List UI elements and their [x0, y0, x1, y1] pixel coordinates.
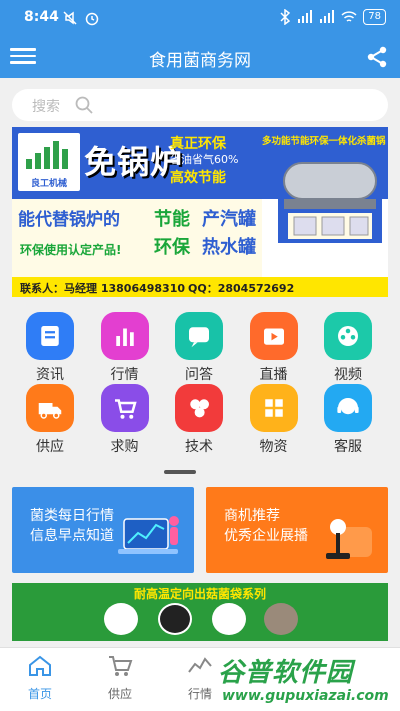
tab-home[interactable]: 首页	[12, 654, 68, 702]
banner-tag3: 高效节能	[170, 170, 226, 186]
product-image-4	[264, 603, 298, 635]
analytics-illustration	[118, 516, 179, 554]
category-purchase-cart[interactable]: 求购	[87, 384, 163, 456]
category-label: 供应	[36, 439, 64, 455]
status-time: 8:44	[24, 9, 59, 25]
category-label: 客服	[334, 439, 362, 455]
trend-icon	[188, 657, 212, 673]
status-bar: 8:44 78	[0, 0, 400, 36]
share-button[interactable]	[364, 44, 390, 70]
tab-supply-label: 供应	[107, 687, 132, 701]
category-label: 问答	[185, 367, 213, 383]
alarm-icon	[85, 12, 99, 26]
promo-right-line1: 商机推荐	[224, 508, 280, 524]
category-label: 求购	[110, 439, 139, 455]
home-icon	[29, 655, 51, 676]
signal-icon-2	[320, 10, 335, 23]
mute-icon	[63, 11, 77, 25]
status-notification-icons	[62, 10, 100, 26]
page-indicator	[164, 470, 196, 474]
category-supply-truck[interactable]: 供应	[12, 384, 88, 456]
category-video[interactable]: 视频	[310, 312, 386, 384]
banner-line1: 能代替锅炉的	[18, 210, 120, 230]
product-image-1	[104, 603, 138, 635]
microphone-illustration	[326, 519, 372, 559]
customer-service-icon	[324, 384, 372, 432]
banner-contact-strip: 联系人：马经理 13806498310 QQ：2804572692	[12, 277, 388, 297]
banner-headline: 免锅炉	[84, 143, 184, 181]
banner-qq: QQ：2804572692	[188, 282, 295, 295]
battery-level: 78	[363, 9, 386, 25]
ad-banner[interactable]: 良工机械 免锅炉 真正环保 省油省气60% 高效节能 多功能节能环保一体化杀菌锅…	[12, 127, 388, 297]
status-right-icons: 78	[279, 9, 386, 25]
category-label: 视频	[334, 367, 362, 383]
tab-home-label: 首页	[27, 687, 52, 701]
app-title: 食用菌商务网	[149, 51, 251, 71]
promo-left-line1: 菌类每日行情	[30, 508, 114, 524]
bluetooth-icon	[280, 9, 291, 25]
video-icon	[324, 312, 372, 360]
product-banner-title: 耐高温定向出菇菌袋系列	[133, 587, 266, 601]
tab-supply[interactable]: 供应	[92, 654, 148, 702]
category-label: 技术	[185, 439, 213, 455]
promo-left-line2: 信息早点知道	[30, 528, 114, 544]
category-qa[interactable]: 问答	[161, 312, 237, 384]
watermark-text: 谷普软件园	[218, 658, 354, 688]
wifi-icon	[341, 11, 357, 22]
category-label: 资讯	[36, 367, 64, 383]
banner-big1: 节能	[154, 209, 190, 230]
company-logo: 良工机械	[18, 133, 80, 191]
product-banner[interactable]: 耐高温定向出菇菌袋系列	[12, 583, 388, 641]
category-label: 物资	[259, 439, 288, 455]
watermark-url: www.gupuxiazai.com	[222, 688, 389, 704]
app-bar: 食用菌商务网	[0, 36, 400, 78]
search-placeholder: 搜索	[32, 99, 60, 115]
cart-icon	[109, 656, 133, 676]
purchase-cart-icon	[100, 384, 149, 432]
news-icon	[26, 312, 74, 360]
signal-icon	[298, 10, 313, 23]
sterilizer-machine-image	[278, 149, 382, 243]
market-chart-icon	[100, 312, 149, 360]
banner-line2: 环保使用认定产品!	[20, 243, 122, 257]
category-market-chart[interactable]: 行情	[87, 312, 163, 384]
machine-title: 多功能节能环保一体化杀菌锅	[262, 136, 386, 147]
qa-icon	[175, 312, 223, 360]
promo-market-card[interactable]: 菌类每日行情 信息早点知道	[12, 487, 194, 573]
category-label: 直播	[259, 367, 288, 383]
search-icon	[75, 96, 93, 114]
promo-right-line2: 优秀企业展播	[224, 528, 308, 544]
banner-big2: 产汽罐	[202, 209, 256, 230]
site-watermark: 谷普软件园 www.gupuxiazai.com	[218, 652, 398, 708]
category-live[interactable]: 直播	[236, 312, 312, 384]
category-materials[interactable]: 物资	[236, 384, 312, 456]
product-image-2	[158, 603, 192, 635]
logo-text: 良工机械	[30, 179, 67, 189]
search-input[interactable]: 搜索	[12, 89, 388, 121]
banner-middle: 能代替锅炉的 环保使用认定产品! 节能 产汽罐 环保 热水罐	[12, 199, 262, 277]
category-label: 行情	[110, 367, 139, 383]
banner-tag2: 省油省气60%	[170, 153, 239, 166]
banner-tag1: 真正环保	[170, 136, 226, 152]
category-news[interactable]: 资讯	[12, 312, 88, 384]
banner-contact: 联系人：马经理 13806498310	[20, 282, 186, 295]
materials-icon	[249, 384, 298, 432]
banner-big3: 环保	[154, 237, 190, 258]
supply-truck-icon	[26, 384, 74, 432]
live-icon	[249, 312, 298, 360]
banner-big4: 热水罐	[202, 237, 256, 258]
share-icon	[367, 46, 387, 68]
category-tech[interactable]: 技术	[161, 384, 237, 456]
product-image-3	[212, 603, 246, 635]
tech-icon	[175, 384, 223, 432]
promo-business-card[interactable]: 商机推荐 优秀企业展播	[206, 487, 388, 573]
category-customer-service[interactable]: 客服	[310, 384, 386, 456]
